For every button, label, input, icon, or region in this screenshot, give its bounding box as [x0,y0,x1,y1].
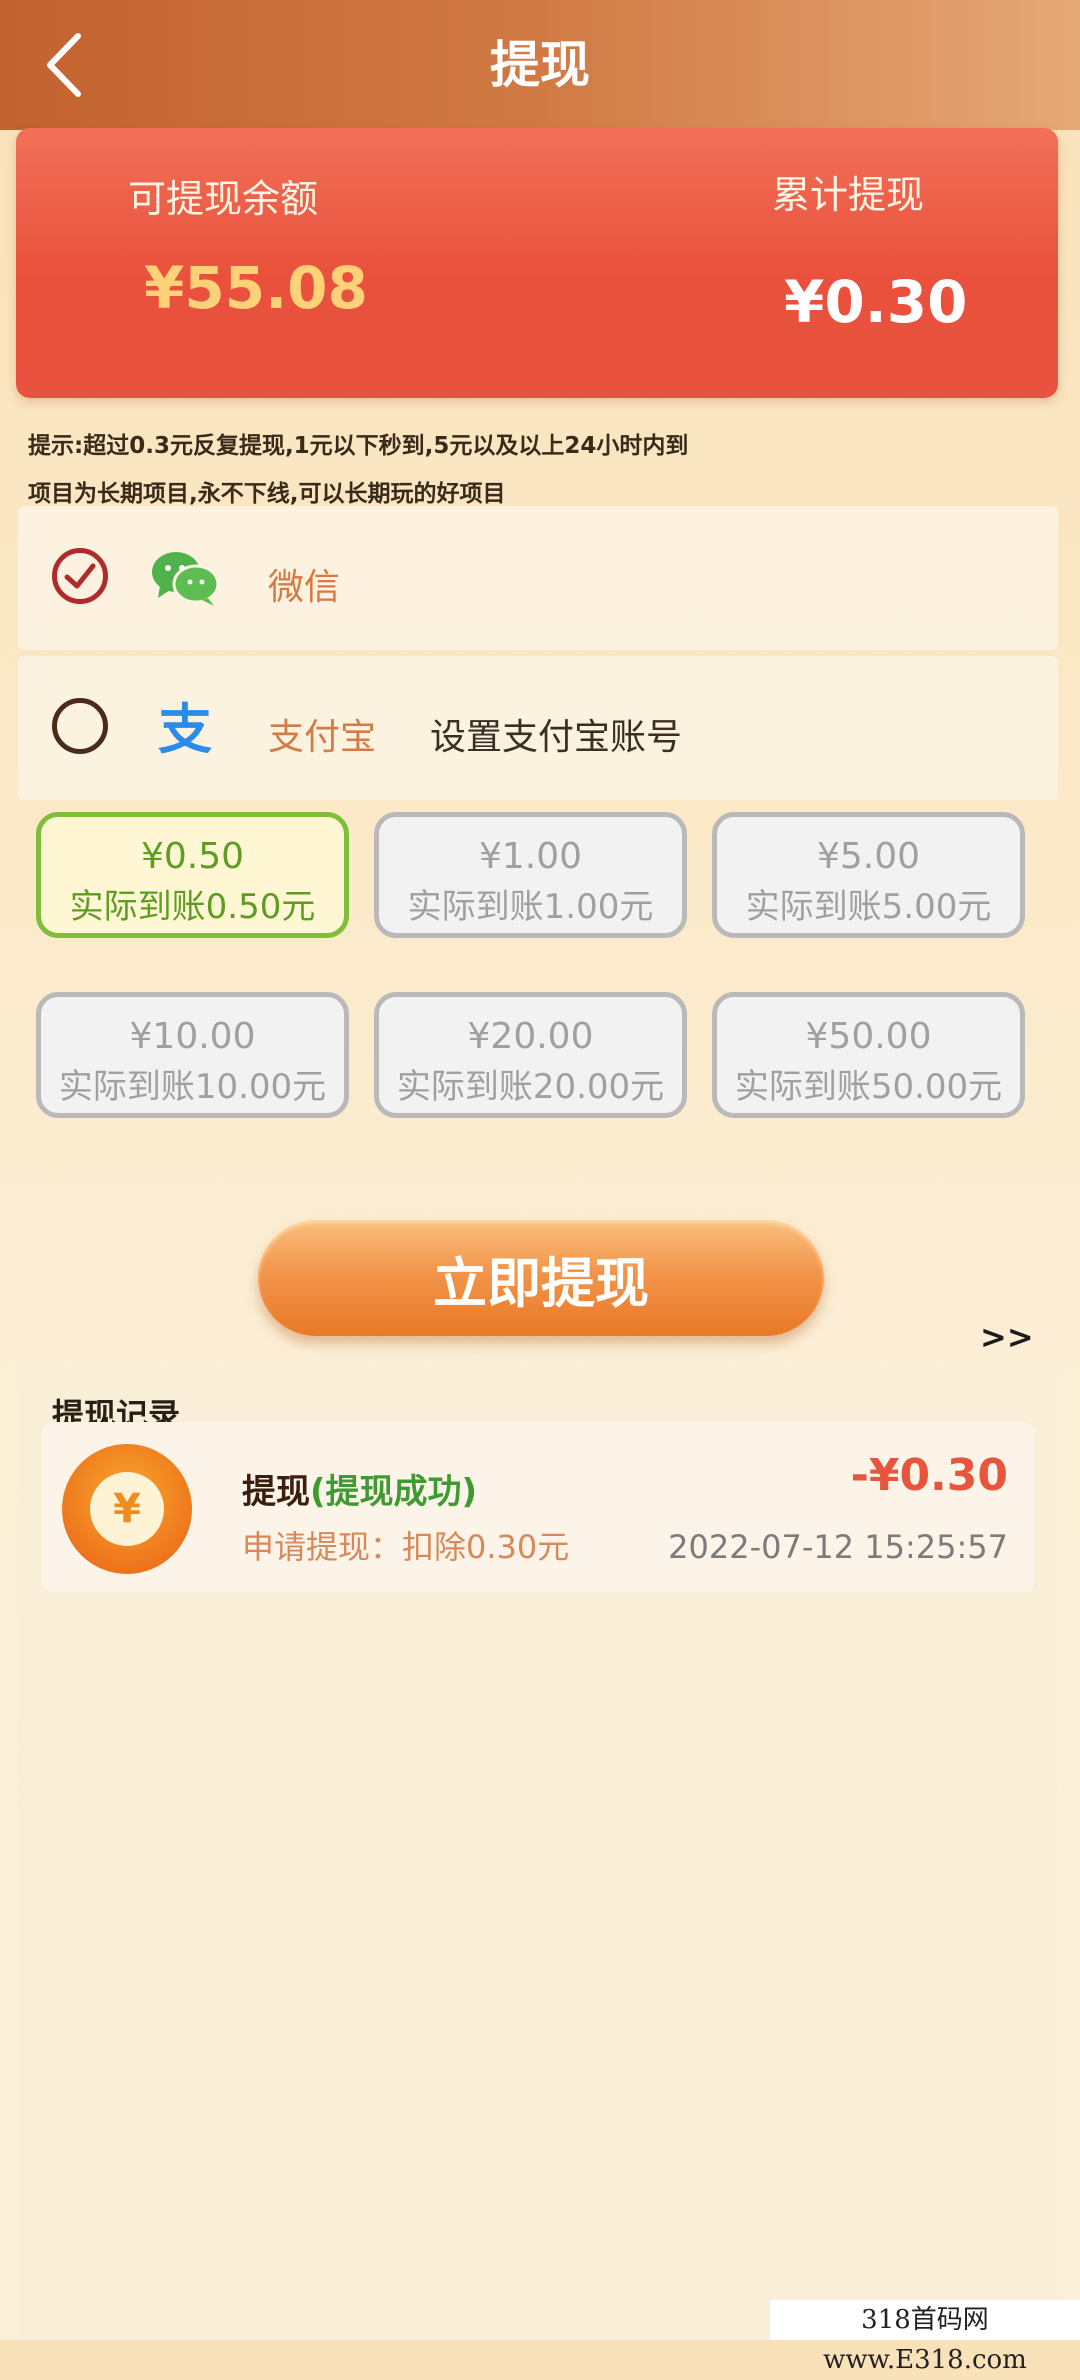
amount-option-1-00[interactable]: ¥1.00 实际到账1.00元 [374,812,687,938]
amount-actual: 实际到账0.50元 [69,887,316,927]
alipay-icon: 支 [158,700,212,758]
notice-line-1: 提示:超过0.3元反复提现,1元以下秒到,5元以及以上24小时内到 [28,433,689,459]
balance-card: 可提现余额 ¥55.08 累计提现 ¥0.30 [16,128,1058,398]
amount-actual: 实际到账50.00元 [734,1067,1003,1107]
record-timestamp: 2022-07-12 15:25:57 [668,1528,1008,1566]
amount-value: ¥20.00 [467,1016,594,1057]
payment-option-alipay[interactable]: 支 支付宝 设置支付宝账号 [18,656,1058,800]
amount-option-50-00[interactable]: ¥50.00 实际到账50.00元 [712,992,1025,1118]
total-withdrawn-value: ¥0.30 [784,268,968,336]
amount-value: ¥10.00 [129,1016,256,1057]
amount-actual: 实际到账20.00元 [396,1067,665,1107]
wechat-icon [152,552,220,606]
header-bar: 提现 [0,0,1080,130]
amount-option-5-00[interactable]: ¥5.00 实际到账5.00元 [712,812,1025,938]
alipay-label: 支付宝 [268,717,377,758]
amount-value: ¥0.50 [140,836,245,877]
svg-text:支: 支 [158,700,212,758]
record-status: (提现成功) [310,1472,478,1512]
set-alipay-account-link[interactable]: 设置支付宝账号 [430,708,682,760]
record-item[interactable]: ¥ 提现(提现成功) 申请提现：扣除0.30元 -¥0.30 2022-07-1… [42,1422,1034,1592]
withdraw-now-button[interactable]: 立即提现 [258,1220,824,1336]
withdraw-records-panel: 提现记录 ¥ 提现(提现成功) 申请提现：扣除0.30元 -¥0.30 2022… [18,1370,1058,2340]
record-amount: -¥0.30 [850,1450,1008,1501]
radio-checked-icon[interactable] [52,548,108,604]
amount-value: ¥1.00 [478,836,583,877]
page-title: 提现 [490,36,590,94]
amount-option-0-50[interactable]: ¥0.50 实际到账0.50元 [36,812,349,938]
amount-value: ¥50.00 [805,1016,932,1057]
record-type: 提现 [242,1472,310,1512]
site-watermark: 318首码网 www.E318.com [770,2300,1080,2375]
amount-actual: 实际到账10.00元 [58,1067,327,1107]
coin-yen-icon: ¥ [62,1444,192,1574]
available-balance-label: 可提现余额 [128,177,319,221]
payment-option-wechat[interactable]: 微信 [18,506,1058,650]
amount-option-10-00[interactable]: ¥10.00 实际到账10.00元 [36,992,349,1118]
wechat-label: 微信 [268,567,341,608]
total-withdrawn-label: 累计提现 [772,173,925,217]
notice-line-2: 项目为长期项目,永不下线,可以长期玩的好项目 [28,481,506,507]
amount-value: ¥5.00 [816,836,921,877]
record-title: 提现(提现成功) [242,1464,477,1513]
more-records-link[interactable]: >> [980,1318,1034,1356]
amount-option-20-00[interactable]: ¥20.00 实际到账20.00元 [374,992,687,1118]
record-description: 申请提现：扣除0.30元 [242,1528,570,1566]
radio-unchecked-icon[interactable] [52,698,108,754]
amount-actual: 实际到账5.00元 [745,887,992,927]
available-balance-value: ¥55.08 [144,254,368,322]
amount-actual: 实际到账1.00元 [407,887,654,927]
